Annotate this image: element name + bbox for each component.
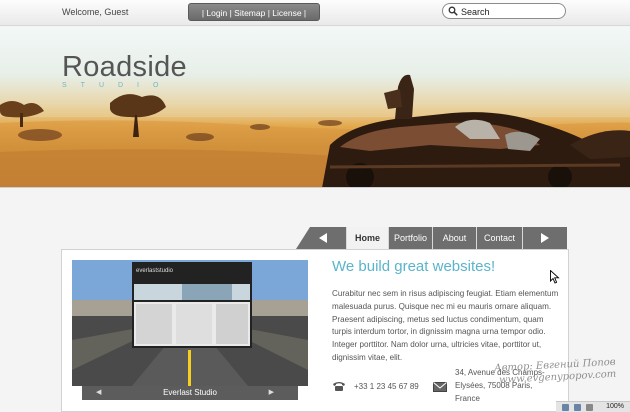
intro-paragraph: Curabitur nec sem in risus adipiscing fe… [332,289,559,362]
nav-next-button[interactable] [522,227,567,249]
content-panel: everlaststudio ◀ Everlast Studio ▶ We bu… [61,249,569,412]
phone-number: +33 1 23 45 67 89 [354,382,419,391]
main-nav: Home Portfolio About Contact [296,227,567,249]
nav-item-about[interactable]: About [432,227,476,249]
account-links[interactable]: | Login | Sitemap | License | [188,3,320,21]
top-bar: Welcome, Guest | Login | Sitemap | Licen… [0,0,630,26]
thumb-site-title: everlaststudio [136,268,174,274]
author-watermark: Автор: Евгений Попов www.evgenypopov.com [493,357,617,387]
security-icon [562,404,569,411]
zone-icon [574,404,581,411]
thumbnail-caption-bar: ◀ Everlast Studio ▶ [82,386,298,400]
nav-item-contact[interactable]: Contact [476,227,522,249]
caption-prev-icon[interactable]: ◀ [96,386,101,400]
brand-subtitle: STUDIO [62,82,173,89]
portfolio-screenshot-image: everlaststudio [72,260,308,386]
nav-prev-button[interactable] [296,227,346,249]
mail-icon [433,382,447,392]
phone-icon [333,382,345,391]
mouse-cursor-icon [550,270,560,284]
headline: We build great websites! [332,258,496,275]
welcome-text: Welcome, Guest [62,7,129,17]
thumbnail-caption: Everlast Studio [163,388,217,397]
search-icon [448,6,458,16]
search-box[interactable] [442,3,566,19]
zoom-level[interactable]: 100% [606,403,624,410]
browser-status-bar: 100% [556,401,630,412]
caption-next-icon[interactable]: ▶ [269,386,274,400]
portfolio-thumbnail[interactable]: everlaststudio [72,260,308,386]
header-banner: Roadside STUDIO [0,27,630,188]
search-input[interactable] [461,5,561,18]
zoom-icon[interactable] [586,404,593,411]
brand-logo[interactable]: Roadside [62,51,187,84]
nav-item-portfolio[interactable]: Portfolio [388,227,432,249]
nav-item-home[interactable]: Home [346,227,388,249]
arrow-right-icon [541,233,549,243]
